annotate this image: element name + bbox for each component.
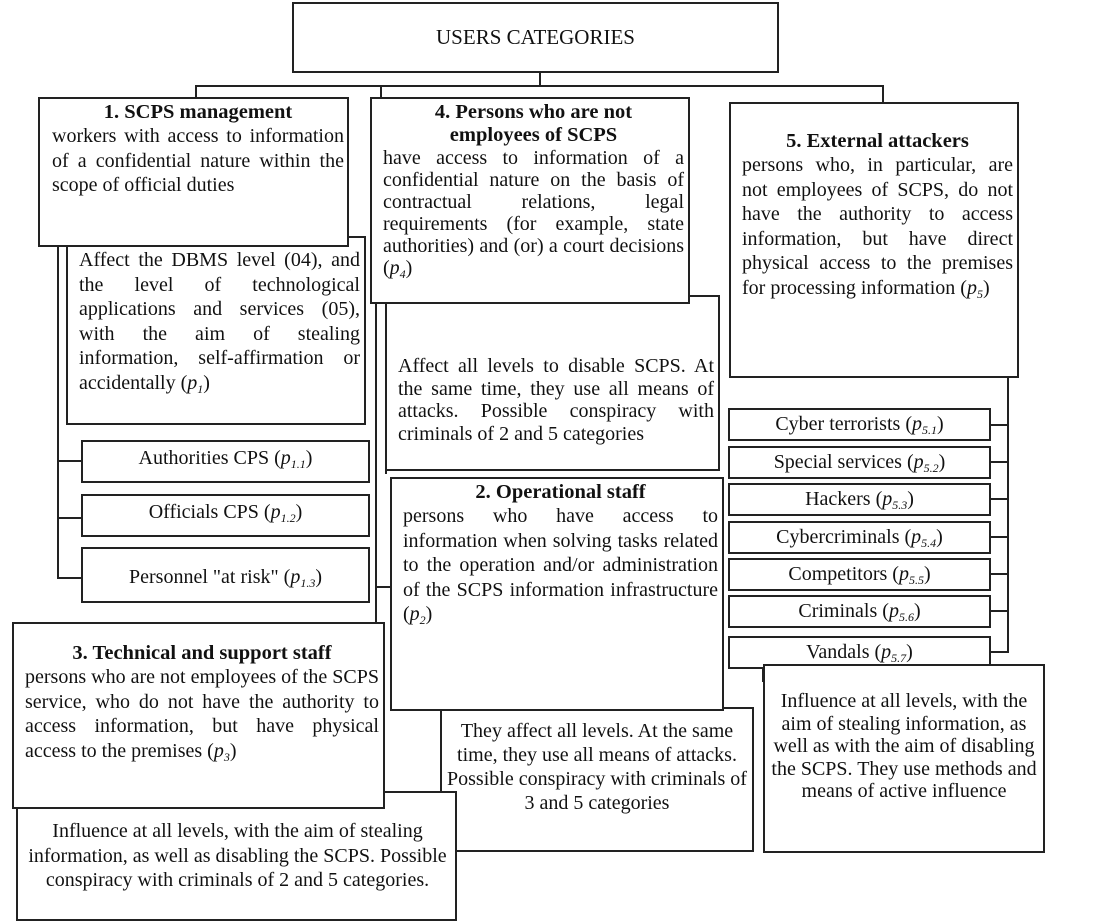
category-title-c3: 3. Technical and support staff [72,642,332,664]
category-box-c3: 3. Technical and support staff persons w… [12,622,385,809]
subtype-box-c5-2: Special services (p5.2) [728,446,991,479]
subtype-box-c1-3: Personnel "at risk" (p1.3) [81,547,370,603]
category-box-c5: 5. External attackers persons who, in pa… [729,102,1019,378]
impact-text-c3: Influence at all levels, with the aim of… [28,820,447,891]
category-desc-c4: have access to information of a confiden… [383,147,684,281]
category-desc-c2: persons who have access to information w… [403,505,718,627]
connector-to-c5 [882,85,884,103]
subtype-box-c5-6: Criminals (p5.6) [728,595,991,628]
impact-text-c2: They affect all levels. At the same time… [447,720,747,814]
impact-text-c4: Affect all levels to disable SCPS. At th… [398,355,714,445]
category-desc-c5: persons who, in particular, are not empl… [742,154,1013,301]
connector-c2-link [375,586,391,588]
category-title-c1: 1. SCPS management [103,101,293,123]
root-title: USERS CATEGORIES [436,25,635,49]
category-desc-c3: persons who are not employees of the SCP… [25,666,379,764]
subtype-box-c5-4: Cybercriminals (p5.4) [728,521,991,554]
connector-top-bus [195,85,884,87]
category-title-c5: 5. External attackers [786,130,969,152]
connector-c1-sub1 [57,460,81,462]
category-desc-c1: workers with access to information of a … [52,125,344,196]
connector-c5-sub5 [990,573,1009,575]
connector-c5-sub1 [990,424,1009,426]
connector-c5-sub6 [990,610,1009,612]
root-node: USERS CATEGORIES [292,2,779,73]
connector-c1-sub3 [57,577,81,579]
impact-box-c1: Affect the DBMS level (04), and the leve… [66,236,366,425]
subtype-box-c5-3: Hackers (p5.3) [728,483,991,516]
connector-c5-sub4 [990,536,1009,538]
connector-c5-sub2 [990,461,1009,463]
category-box-c1: 1. SCPS management workers with access t… [38,97,349,247]
impact-text-c1: Affect the DBMS level (04), and the leve… [79,249,360,396]
category-box-c2: 2. Operational staff persons who have ac… [390,477,724,711]
subtype-box-c5-1: Cyber terrorists (p5.1) [728,408,991,441]
impact-box-c4: Affect all levels to disable SCPS. At th… [385,295,720,471]
impact-text-c5: Influence at all levels, with the aim of… [771,690,1037,802]
connector-c1-sub2 [57,517,81,519]
category-title-c4: 4. Persons who are not employees of SCPS [434,101,633,146]
category-title-c2: 2. Operational staff [475,481,646,503]
connector-c5-sub3 [990,498,1009,500]
impact-box-c5: Influence at all levels, with the aim of… [763,664,1045,853]
subtype-box-c5-5: Competitors (p5.5) [728,558,991,591]
impact-box-c2: They affect all levels. At the same time… [440,707,754,852]
subtype-box-c1-2: Officials CPS (p1.2) [81,494,370,537]
connector-c5-sub7 [990,651,1009,653]
category-box-c4: 4. Persons who are not employees of SCPS… [370,97,690,304]
impact-box-c3: Influence at all levels, with the aim of… [16,791,457,921]
connector-root-down [539,72,541,86]
subtype-box-c1-1: Authorities CPS (p1.1) [81,440,370,483]
connector-c1-trunk [57,246,59,579]
